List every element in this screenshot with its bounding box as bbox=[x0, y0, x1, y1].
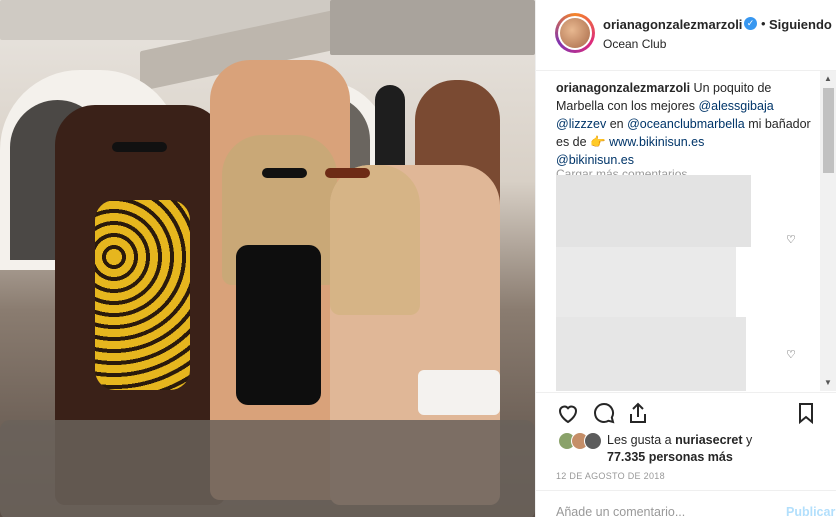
verified-badge-icon: ✓ bbox=[744, 17, 757, 30]
post-header: orianagonzalezmarzoli ✓ • Siguiendo Ocea… bbox=[536, 0, 836, 71]
location-link[interactable]: Ocean Club bbox=[603, 37, 666, 51]
mention-link[interactable]: @alessgibaja bbox=[698, 99, 773, 113]
liker-avatar[interactable] bbox=[584, 432, 602, 450]
post-date[interactable]: 12 DE AGOSTO DE 2018 bbox=[556, 471, 665, 481]
black-swimsuit bbox=[236, 245, 321, 405]
heart-icon[interactable] bbox=[556, 401, 580, 425]
profile-avatar[interactable] bbox=[555, 13, 595, 53]
following-button[interactable]: Siguiendo bbox=[769, 17, 832, 32]
likes-text: Les gusta a nuriasecret y 77.335 persona… bbox=[607, 432, 752, 466]
comment-like-icon[interactable]: ♡ bbox=[786, 233, 796, 246]
blurred-comment bbox=[556, 247, 736, 317]
bookmark-icon[interactable] bbox=[794, 401, 818, 425]
scroll-up-icon[interactable]: ▲ bbox=[824, 74, 832, 83]
blurred-comment bbox=[556, 175, 751, 247]
add-comment-bar: Añade un comentario... Publicar bbox=[536, 490, 836, 519]
yellow-swimsuit bbox=[95, 200, 190, 390]
caption: orianagonzalezmarzoli Un poquito de Marb… bbox=[556, 79, 811, 169]
cushion bbox=[0, 420, 535, 517]
scrollbar-thumb[interactable] bbox=[823, 88, 834, 173]
likes-section: Les gusta a nuriasecret y 77.335 persona… bbox=[556, 432, 816, 466]
white-swimtrunks bbox=[418, 370, 500, 415]
comment-icon[interactable] bbox=[592, 401, 616, 425]
mention-link[interactable]: @oceanclubmarbella bbox=[627, 117, 745, 131]
comments-area: orianagonzalezmarzoli Un poquito de Marb… bbox=[536, 71, 836, 391]
sunglasses bbox=[325, 168, 370, 178]
blurred-comment bbox=[556, 317, 746, 391]
caption-text: en bbox=[609, 117, 624, 131]
caption-username[interactable]: orianagonzalezmarzoli bbox=[556, 81, 690, 95]
website-link[interactable]: www.bikinisun.es bbox=[609, 135, 704, 149]
sunglasses bbox=[262, 168, 307, 178]
share-icon[interactable] bbox=[626, 401, 650, 425]
sunglasses bbox=[112, 142, 167, 152]
post-photo[interactable] bbox=[0, 0, 535, 517]
umbrella bbox=[330, 0, 535, 55]
comment-like-icon[interactable]: ♡ bbox=[786, 348, 796, 361]
hair bbox=[330, 165, 420, 315]
likes-suffix: y bbox=[746, 433, 753, 447]
likes-count[interactable]: 77.335 personas más bbox=[607, 450, 733, 464]
pointing-hand-icon: 👉 bbox=[590, 135, 606, 149]
scrollbar[interactable]: ▲ ▼ bbox=[820, 71, 836, 391]
mention-link[interactable]: @lizzzev bbox=[556, 117, 606, 131]
scroll-down-icon[interactable]: ▼ bbox=[824, 378, 832, 387]
post-sidebar: orianagonzalezmarzoli ✓ • Siguiendo Ocea… bbox=[535, 0, 836, 519]
mention-link[interactable]: @bikinisun.es bbox=[556, 153, 634, 167]
separator-dot: • bbox=[761, 16, 766, 31]
action-bar bbox=[536, 392, 836, 433]
liker-username[interactable]: nuriasecret bbox=[675, 433, 742, 447]
username-link[interactable]: orianagonzalezmarzoli bbox=[603, 17, 742, 32]
likes-prefix: Les gusta a bbox=[607, 433, 672, 447]
